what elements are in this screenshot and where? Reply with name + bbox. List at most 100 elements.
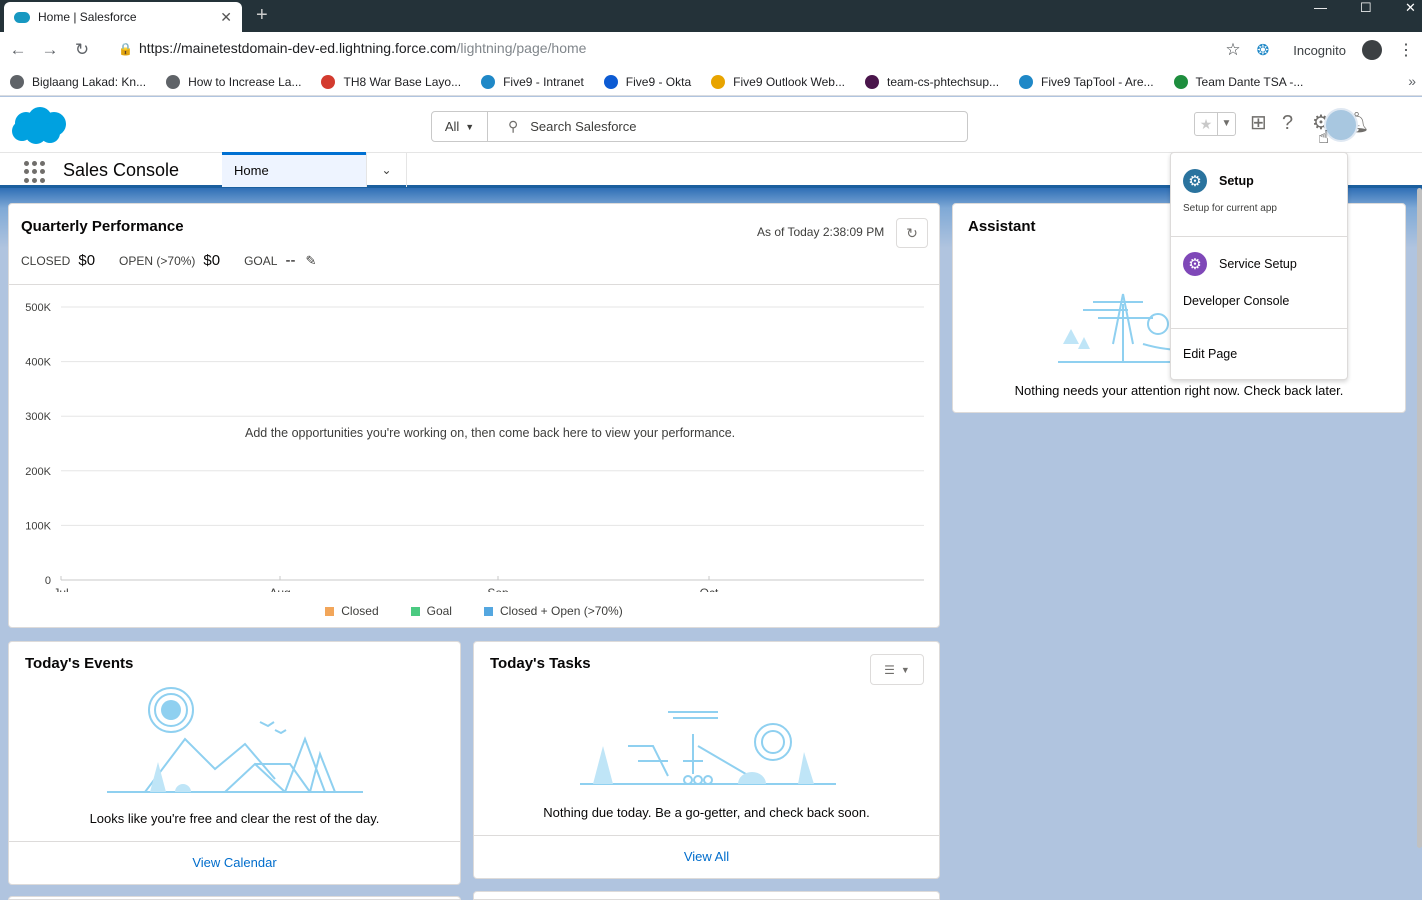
bookmark-favicon-icon [10, 74, 24, 89]
bookmark-item[interactable]: Biglaang Lakad: Kn... [10, 74, 147, 89]
bookmark-label: team-cs-phtechsup... [886, 74, 1000, 89]
bookmark-item[interactable]: How to Increase La... [166, 74, 302, 89]
minimize-icon[interactable]: — [1314, 0, 1327, 20]
legend-item[interactable]: Goal [410, 604, 452, 618]
y-tick-label: 400K [25, 357, 51, 369]
window-close-icon[interactable]: ✕ [1405, 0, 1416, 20]
close-tab-icon[interactable]: ✕ [220, 9, 232, 26]
bookmark-label: Biglaang Lakad: Kn... [32, 74, 147, 89]
setup-label: Setup [1219, 174, 1254, 188]
search-scope-dropdown[interactable]: All ▼ [432, 112, 488, 141]
open-value: $0 [203, 252, 221, 269]
bookmark-label: How to Increase La... [188, 74, 302, 89]
lower-card-left [8, 896, 461, 900]
bookmark-favicon-icon [321, 74, 336, 89]
chevron-down-icon: ▼ [465, 121, 475, 132]
view-calendar-link[interactable]: View Calendar [9, 841, 460, 885]
x-tick-label: Oct [700, 586, 719, 592]
user-avatar[interactable] [1324, 108, 1358, 142]
bookmark-item[interactable]: Five9 - Okta [603, 74, 692, 89]
global-search: All ▼ ⚲ [431, 111, 968, 142]
quarterly-performance-title: Quarterly Performance [21, 218, 184, 235]
search-icon: ⚲ [508, 118, 519, 134]
bookmark-favicon-icon [603, 74, 618, 89]
new-tab-icon[interactable]: + [256, 4, 268, 27]
todays-tasks-title: Today's Tasks [490, 655, 591, 672]
favorites-button[interactable]: ★ ▼ [1194, 112, 1236, 136]
legend-swatch [483, 607, 493, 617]
search-input[interactable] [530, 119, 931, 134]
menu-item-service-setup[interactable]: ⚙ Service Setup [1171, 250, 1347, 278]
closed-label: CLOSED [21, 254, 71, 268]
bookmark-label: Five9 TapTool - Are... [1041, 74, 1154, 89]
todays-events-card: Today's Events Looks like you're free an… [8, 641, 461, 885]
bookmarks-overflow-icon[interactable]: » [1408, 73, 1416, 89]
assistant-title: Assistant [968, 218, 1036, 235]
bookmark-label: Five9 - Okta [625, 74, 692, 89]
help-icon[interactable]: ? [1282, 113, 1293, 133]
browser-tab[interactable]: Home | Salesforce ✕ [4, 2, 242, 32]
y-tick-label: 200K [25, 466, 51, 478]
app-launcher-icon[interactable] [24, 161, 46, 183]
chevron-down-icon: ▼ [900, 664, 910, 675]
bookmark-favicon-icon [166, 74, 181, 89]
maximize-icon[interactable]: ☐ [1360, 0, 1372, 20]
menu-item-edit-page[interactable]: Edit Page [1171, 342, 1347, 366]
bookmark-favicon-icon [481, 74, 496, 89]
bookmark-item[interactable]: TH8 War Base Layo... [321, 74, 461, 89]
bookmarks-bar: Biglaang Lakad: Kn... How to Increase La.… [0, 68, 1422, 96]
favorites-dropdown-icon[interactable]: ▼ [1217, 113, 1235, 135]
x-tick-label: Sep [487, 586, 509, 592]
bookmark-star-icon[interactable]: ☆ [1225, 40, 1240, 60]
developer-console-label: Developer Console [1183, 294, 1290, 308]
x-tick-label: Aug [269, 586, 290, 592]
salesforce-favicon-icon [14, 11, 30, 23]
legend-label: Closed + Open (>70%) [499, 604, 623, 618]
legend-label: Goal [426, 604, 452, 618]
incognito-icon [1362, 40, 1382, 60]
edit-goal-pencil-icon[interactable]: ✎ [305, 253, 316, 269]
bookmark-item[interactable]: team-cs-phtechsup... [864, 74, 1000, 89]
url-host: https://mainetestdomain-dev-ed.lightning… [138, 40, 457, 56]
address-bar: ← → ↻ 🔒 https://mainetestdomain-dev-ed.li… [0, 32, 1422, 68]
open-label: OPEN (>70%) [119, 254, 196, 268]
sort-list-icon: ☰ [884, 662, 895, 677]
divider [9, 284, 939, 285]
legend-item[interactable]: Closed [325, 604, 379, 618]
legend-label: Closed [341, 604, 379, 618]
forward-icon[interactable]: → [34, 40, 66, 60]
browser-tab-title: Home | Salesforce [38, 10, 137, 24]
bookmark-label: Five9 Outlook Web... [733, 74, 845, 89]
nav-menu-chevron-down-icon[interactable]: ⌄ [366, 153, 407, 187]
salesforce-logo-icon[interactable] [10, 107, 68, 145]
edit-page-label: Edit Page [1183, 347, 1238, 361]
browser-menu-icon[interactable]: ⋮ [1398, 40, 1414, 60]
back-icon[interactable]: ← [2, 40, 34, 60]
reload-icon[interactable]: ↻ [66, 40, 98, 60]
todays-events-title: Today's Events [25, 655, 134, 672]
bookmark-item[interactable]: Five9 Outlook Web... [711, 74, 845, 89]
five9-extension-icon[interactable]: ❂ [1257, 41, 1270, 59]
assistant-message: Nothing needs your attention right now. … [1014, 383, 1344, 398]
global-actions-icon[interactable]: ⊞ [1250, 113, 1267, 133]
service-setup-gear-icon: ⚙ [1183, 252, 1207, 276]
bookmark-item[interactable]: Five9 - Intranet [481, 74, 584, 89]
bookmark-item[interactable]: Team Dante TSA -... [1173, 74, 1303, 89]
menu-item-setup[interactable]: ⚙ Setup [1171, 167, 1347, 195]
bookmark-favicon-icon [1173, 74, 1188, 89]
view-all-tasks-link[interactable]: View All [474, 835, 939, 879]
tab-home[interactable]: Home [222, 152, 366, 187]
page-scrollbar[interactable] [1417, 188, 1422, 848]
menu-item-developer-console[interactable]: Developer Console [1171, 289, 1347, 313]
chart-empty-message: Add the opportunities you're working on,… [245, 424, 745, 443]
incognito-label: Incognito [1293, 42, 1346, 58]
bookmark-item[interactable]: Five9 TapTool - Are... [1019, 74, 1154, 89]
legend-item[interactable]: Closed + Open (>70%) [483, 604, 623, 618]
tasks-sort-menu-button[interactable]: ☰ ▼ [870, 654, 924, 685]
search-scope-label: All [444, 119, 460, 134]
url-field[interactable]: 🔒 https://mainetestdomain-dev-ed.lightnin… [118, 40, 586, 56]
tasks-empty-message: Nothing due today. Be a go-getter, and c… [543, 805, 870, 820]
salesforce-header: All ▼ ⚲ ★ ▼ ⊞ ? ⚙ 🔔︎ [0, 97, 1422, 152]
y-tick-label: 0 [45, 575, 51, 587]
refresh-button[interactable]: ↻ [896, 218, 928, 248]
